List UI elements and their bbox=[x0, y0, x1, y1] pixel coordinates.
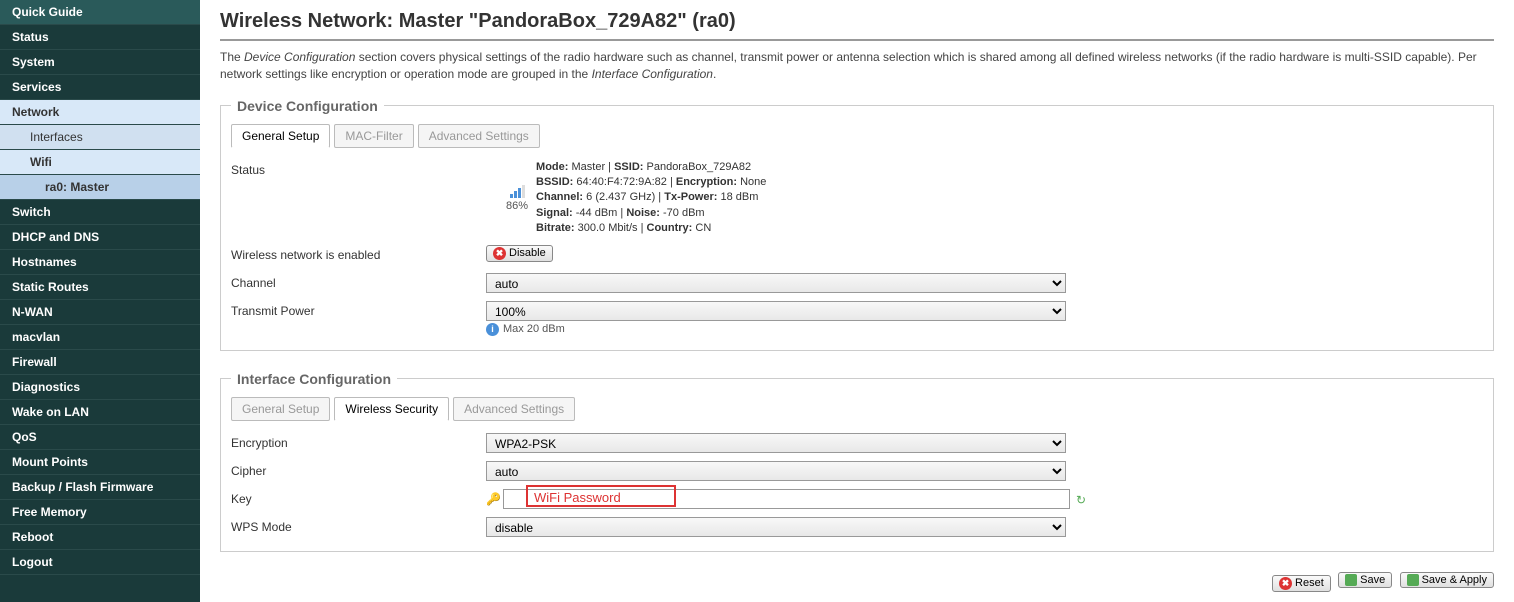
tab-mac-filter[interactable]: MAC-Filter bbox=[334, 124, 413, 148]
device-config-legend: Device Configuration bbox=[231, 98, 384, 114]
sidebar-item-system[interactable]: System bbox=[0, 50, 200, 75]
tab-wireless-security[interactable]: Wireless Security bbox=[334, 397, 449, 421]
sidebar-item-backup-flash[interactable]: Backup / Flash Firmware bbox=[0, 475, 200, 500]
transmit-power-select[interactable]: 100% bbox=[486, 301, 1066, 321]
wps-mode-select[interactable]: disable bbox=[486, 517, 1066, 537]
signal-percent: 86% bbox=[506, 200, 528, 212]
transmit-power-label: Transmit Power bbox=[231, 301, 486, 321]
sidebar-item-hostnames[interactable]: Hostnames bbox=[0, 250, 200, 275]
sidebar-item-qos[interactable]: QoS bbox=[0, 425, 200, 450]
wireless-enabled-label: Wireless network is enabled bbox=[231, 245, 486, 265]
interface-configuration-section: Interface Configuration General Setup Wi… bbox=[220, 371, 1494, 552]
channel-label: Channel bbox=[231, 273, 486, 293]
encryption-select[interactable]: WPA2-PSK bbox=[486, 433, 1066, 453]
sidebar-item-dhcp-dns[interactable]: DHCP and DNS bbox=[0, 225, 200, 250]
status-label: Status bbox=[231, 160, 486, 180]
save-icon bbox=[1345, 574, 1357, 586]
reload-icon[interactable]: ↻ bbox=[1076, 493, 1088, 505]
status-details: Mode: Master | SSID: PandoraBox_729A82 B… bbox=[536, 160, 766, 237]
sidebar-item-firewall[interactable]: Firewall bbox=[0, 350, 200, 375]
tab-iface-advanced[interactable]: Advanced Settings bbox=[453, 397, 575, 421]
sidebar-item-reboot[interactable]: Reboot bbox=[0, 525, 200, 550]
sidebar-item-static-routes[interactable]: Static Routes bbox=[0, 275, 200, 300]
reset-button[interactable]: ✖Reset bbox=[1272, 575, 1331, 592]
key-icon: 🔑 bbox=[486, 492, 501, 506]
key-input[interactable] bbox=[503, 489, 1070, 509]
sidebar-item-mount-points[interactable]: Mount Points bbox=[0, 450, 200, 475]
sidebar-item-macvlan[interactable]: macvlan bbox=[0, 325, 200, 350]
sidebar-item-logout[interactable]: Logout bbox=[0, 550, 200, 575]
device-configuration-section: Device Configuration General Setup MAC-F… bbox=[220, 98, 1494, 351]
main-content: Wireless Network: Master "PandoraBox_729… bbox=[200, 0, 1514, 602]
disable-button[interactable]: ✖Disable bbox=[486, 245, 553, 262]
interface-tabs: General Setup Wireless Security Advanced… bbox=[231, 397, 1483, 421]
sidebar-item-wake-on-lan[interactable]: Wake on LAN bbox=[0, 400, 200, 425]
key-label: Key bbox=[231, 489, 486, 509]
info-icon: i bbox=[486, 323, 499, 336]
cipher-select[interactable]: auto bbox=[486, 461, 1066, 481]
sidebar: Quick Guide Status System Services Netwo… bbox=[0, 0, 200, 602]
cipher-label: Cipher bbox=[231, 461, 486, 481]
save-apply-button[interactable]: Save & Apply bbox=[1400, 572, 1494, 588]
page-description: The Device Configuration section covers … bbox=[220, 49, 1494, 83]
page-title: Wireless Network: Master "PandoraBox_729… bbox=[220, 10, 1494, 41]
sidebar-item-switch[interactable]: Switch bbox=[0, 200, 200, 225]
sidebar-item-quick-guide[interactable]: Quick Guide bbox=[0, 0, 200, 25]
sidebar-item-diagnostics[interactable]: Diagnostics bbox=[0, 375, 200, 400]
sidebar-item-wifi[interactable]: Wifi bbox=[0, 150, 200, 175]
sidebar-item-nwan[interactable]: N-WAN bbox=[0, 300, 200, 325]
transmit-power-hint: iMax 20 dBm bbox=[486, 323, 1483, 336]
signal-strength-icon: 86% bbox=[506, 184, 528, 212]
reset-icon: ✖ bbox=[1279, 577, 1292, 590]
disable-icon: ✖ bbox=[493, 247, 506, 260]
sidebar-item-network[interactable]: Network bbox=[0, 100, 200, 125]
tab-advanced-settings[interactable]: Advanced Settings bbox=[418, 124, 540, 148]
device-tabs: General Setup MAC-Filter Advanced Settin… bbox=[231, 124, 1483, 148]
save-apply-icon bbox=[1407, 574, 1419, 586]
channel-select[interactable]: auto bbox=[486, 273, 1066, 293]
sidebar-item-free-memory[interactable]: Free Memory bbox=[0, 500, 200, 525]
encryption-label: Encryption bbox=[231, 433, 486, 453]
sidebar-item-status[interactable]: Status bbox=[0, 25, 200, 50]
wps-mode-label: WPS Mode bbox=[231, 517, 486, 537]
tab-iface-general[interactable]: General Setup bbox=[231, 397, 330, 421]
interface-config-legend: Interface Configuration bbox=[231, 371, 397, 387]
footer-buttons: ✖Reset Save Save & Apply bbox=[220, 572, 1494, 592]
sidebar-item-interfaces[interactable]: Interfaces bbox=[0, 125, 200, 150]
sidebar-item-ra0-master[interactable]: ra0: Master bbox=[0, 175, 200, 200]
save-button[interactable]: Save bbox=[1338, 572, 1392, 588]
tab-general-setup[interactable]: General Setup bbox=[231, 124, 330, 148]
sidebar-item-services[interactable]: Services bbox=[0, 75, 200, 100]
